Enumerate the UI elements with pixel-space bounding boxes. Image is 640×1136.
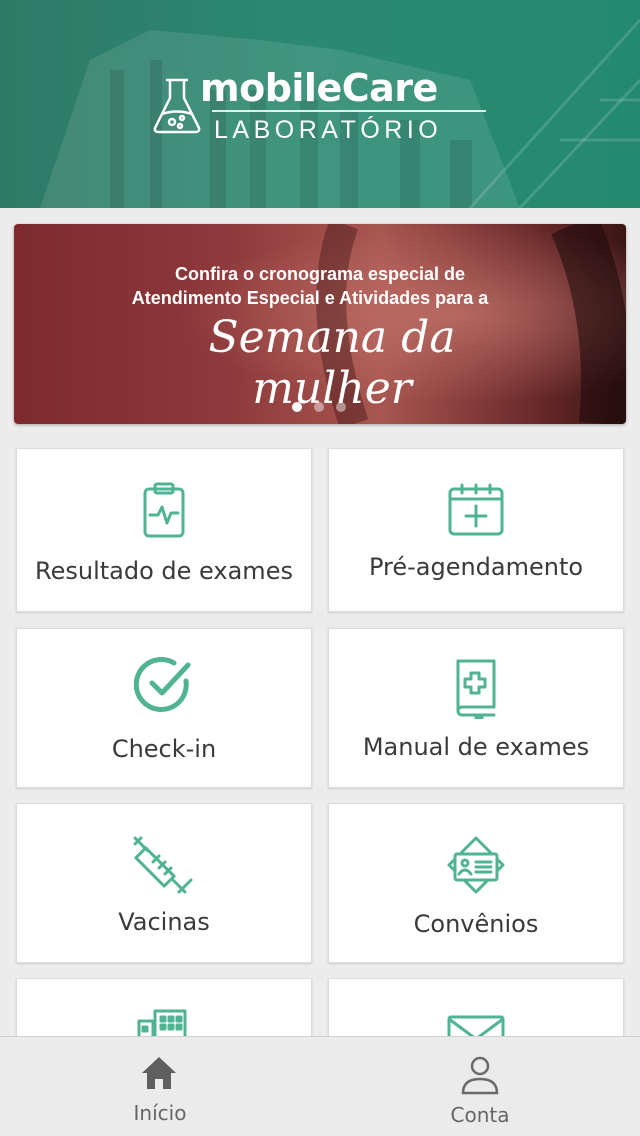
- nav-conta[interactable]: Conta: [380, 1037, 580, 1136]
- nav-label-inicio: Início: [133, 1101, 187, 1125]
- medical-book-icon: [456, 659, 496, 719]
- tile-label: Manual de exames: [362, 733, 590, 761]
- tile-label: Convênios: [413, 910, 539, 938]
- header: mobileCare LABORATÓRIO: [0, 0, 640, 208]
- tile-label: Check-in: [111, 735, 217, 763]
- id-card-icon: [447, 836, 505, 894]
- flask-icon: [153, 78, 201, 134]
- tile-pre-agendamento[interactable]: Pré-agendamento: [328, 448, 624, 612]
- banner-line-2: Atendimento Especial e Atividades para a: [131, 288, 489, 308]
- tile-label: Pré-agendamento: [368, 553, 584, 581]
- user-icon: [461, 1056, 499, 1095]
- banner-line-1: Confira o cronograma especial de: [174, 264, 466, 284]
- check-circle-icon: [134, 657, 191, 712]
- brand-subtitle: LABORATÓRIO: [214, 116, 443, 144]
- app-screen: mobileCare LABORATÓRIO Confira o cronogr…: [0, 0, 640, 1136]
- carousel-dots: [292, 402, 346, 412]
- brand-name: mobileCare: [200, 66, 438, 110]
- promo-banner[interactable]: Confira o cronograma especial de Atendim…: [14, 224, 626, 424]
- tile-convenios[interactable]: Convênios: [328, 803, 624, 963]
- logo-divider: [212, 110, 486, 112]
- calendar-plus-icon: [448, 483, 504, 536]
- banner-script-title: Semana da mulher: [208, 312, 456, 414]
- clipboard-pulse-icon: [143, 482, 185, 538]
- syringe-icon: [133, 836, 193, 894]
- tile-vacinas[interactable]: Vacinas: [16, 803, 312, 963]
- nav-label-conta: Conta: [450, 1103, 510, 1127]
- carousel-dot[interactable]: [336, 402, 346, 412]
- carousel-dot[interactable]: [314, 402, 324, 412]
- tile-label: Resultado de exames: [35, 557, 293, 585]
- carousel-dot[interactable]: [292, 402, 302, 412]
- tile-label: Vacinas: [118, 908, 210, 936]
- logo: mobileCare LABORATÓRIO: [152, 66, 492, 150]
- tile-resultado-de-exames[interactable]: Resultado de exames: [16, 448, 312, 612]
- tile-manual-de-exames[interactable]: Manual de exames: [328, 628, 624, 788]
- tile-check-in[interactable]: Check-in: [16, 628, 312, 788]
- bottom-navigation: Início Conta: [0, 1036, 640, 1136]
- home-icon: [142, 1057, 176, 1089]
- nav-inicio[interactable]: Início: [60, 1037, 260, 1136]
